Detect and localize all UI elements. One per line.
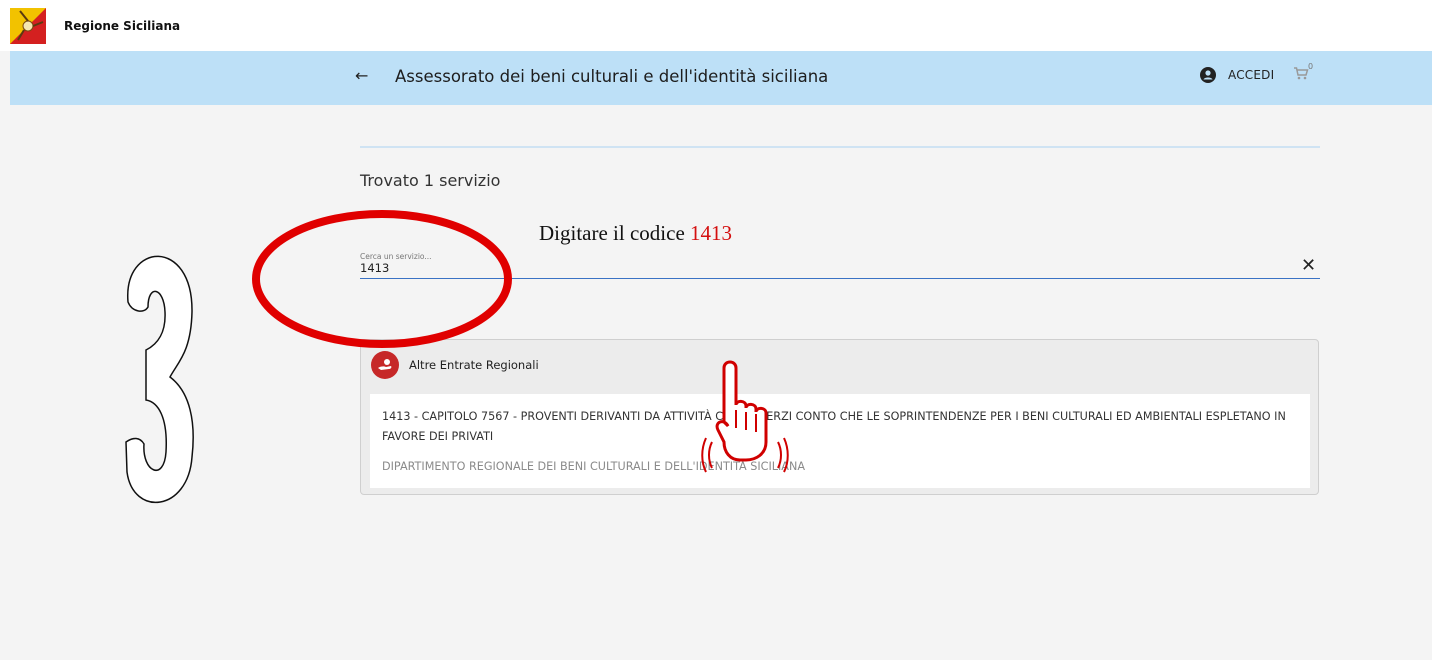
cart-icon xyxy=(1294,67,1309,80)
highlight-ellipse xyxy=(252,210,512,348)
service-title[interactable]: 1413 - CAPITOLO 7567 - PROVENTI DERIVANT… xyxy=(382,407,1302,447)
search-input[interactable] xyxy=(360,259,1290,277)
results-count: Trovato 1 servizio xyxy=(360,171,501,190)
trinacria-logo[interactable] xyxy=(10,8,46,44)
back-button[interactable]: ← xyxy=(355,66,368,85)
service-department: DIPARTIMENTO REGIONALE DEI BENI CULTURAL… xyxy=(382,460,805,473)
service-list-item[interactable]: 1413 - CAPITOLO 7567 - PROVENTI DERIVANT… xyxy=(370,394,1310,488)
cart-count: 0 xyxy=(1308,62,1314,71)
instruction-annotation: Digitare il codice 1413 xyxy=(539,221,732,246)
page-title: Assessorato dei beni culturali e dell'id… xyxy=(395,67,829,86)
search-underline xyxy=(360,278,1320,279)
user-icon xyxy=(1200,67,1216,83)
header-bar: ← Assessorato dei beni culturali e dell'… xyxy=(10,51,1432,105)
step-number-outline xyxy=(125,255,194,504)
result-card: Altre Entrate Regionali 1413 - CAPITOLO … xyxy=(360,339,1319,495)
clear-search-button[interactable]: ✕ xyxy=(1301,257,1316,275)
login-button[interactable]: ACCEDI xyxy=(1200,67,1274,83)
instruction-text: Digitare il codice xyxy=(539,221,691,245)
hand-coin-icon xyxy=(371,351,399,379)
divider xyxy=(360,146,1320,148)
top-bar: Regione Siciliana xyxy=(0,0,1432,51)
cart-button[interactable]: 0 xyxy=(1293,62,1313,85)
region-name: Regione Siciliana xyxy=(64,19,181,33)
category-label: Altre Entrate Regionali xyxy=(409,358,539,372)
login-label: ACCEDI xyxy=(1228,68,1275,82)
instruction-code: 1413 xyxy=(690,221,733,245)
